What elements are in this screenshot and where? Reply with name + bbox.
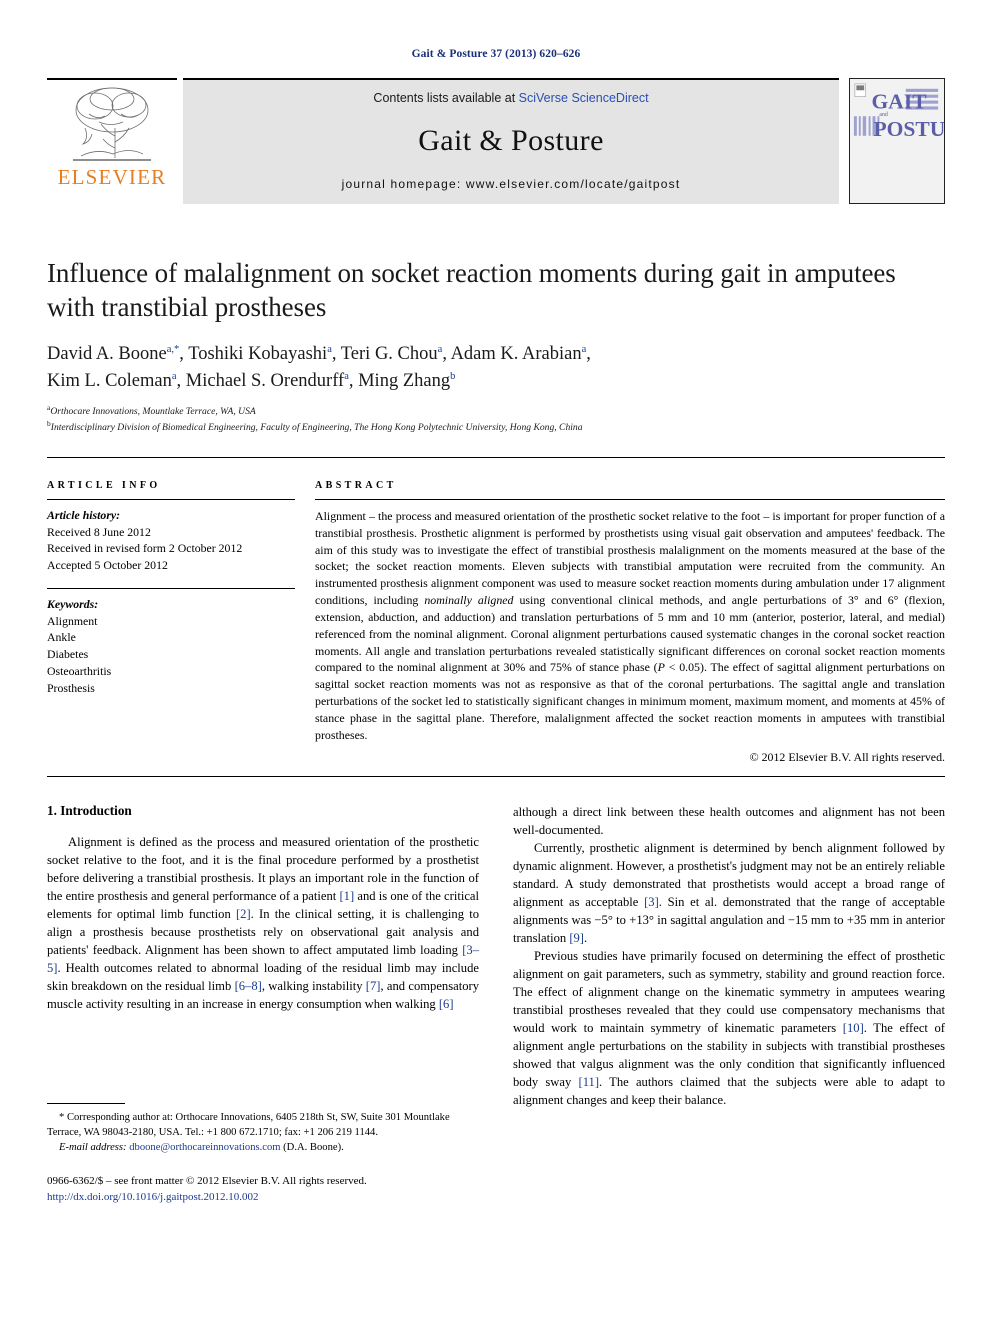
citation-ref[interactable]: [10] <box>843 1021 864 1035</box>
corresponding-author-footnote: * Corresponding author at: Orthocare Inn… <box>47 1110 479 1141</box>
intro-paragraph-left: Alignment is defined as the process and … <box>47 833 479 1013</box>
elsevier-wordmark: ELSEVIER <box>57 165 167 189</box>
article-title: Influence of malalignment on socket reac… <box>47 258 896 323</box>
section-divider-top <box>47 456 945 458</box>
svg-text:GAIT: GAIT <box>872 89 928 113</box>
email-link[interactable]: dboone@orthocareinnovations.com <box>129 1142 280 1153</box>
svg-text:POSTURE: POSTURE <box>874 117 945 141</box>
author-name: Adam K. Arabian <box>450 344 582 365</box>
footnote-area: * Corresponding author at: Orthocare Inn… <box>47 1102 479 1206</box>
intro-text: , walking instability <box>261 978 366 993</box>
intro-paragraph-right-1: although a direct link between these hea… <box>513 804 945 837</box>
abstract-italic-p: P <box>657 660 665 675</box>
intro-paragraph-right-3: Previous studies have primarily focused … <box>513 947 945 1109</box>
article-history-block: Article history: Received 8 June 2012 Re… <box>47 507 295 574</box>
keyword-item: Osteoarthritis <box>47 663 112 678</box>
abstract-copyright: © 2012 Elsevier B.V. All rights reserved… <box>749 749 945 764</box>
corresponding-text: Corresponding author at: Orthocare Innov… <box>47 1111 450 1139</box>
citation-ref[interactable]: [6–8] <box>235 979 262 993</box>
sciencedirect-link[interactable]: SciVerse ScienceDirect <box>519 91 649 105</box>
author-affil-mark: a <box>437 343 443 355</box>
keywords-heading: Keywords: <box>47 596 99 611</box>
author-name: Teri G. Chou <box>340 344 438 365</box>
abstract-body: Alignment – the process and measured ori… <box>315 508 945 744</box>
affiliation-list: aOrthocare Innovations, Mountlake Terrac… <box>47 403 945 435</box>
running-head: Gait & Posture 37 (2013) 620–626 <box>411 48 581 60</box>
citation-ref[interactable]: [11] <box>579 1075 600 1089</box>
journal-cover-thumbnail: GAIT and POSTURE <box>849 78 945 204</box>
citation-ref[interactable]: [1] <box>339 889 354 903</box>
article-info-rule <box>47 498 295 500</box>
journal-article-page: Gait & Posture 37 (2013) 620–626 ELSEVIE… <box>0 0 992 1323</box>
contents-prefix: Contents lists available at <box>373 91 519 105</box>
author-affil-mark: a,* <box>166 343 180 355</box>
author-affil-mark: b <box>450 370 456 382</box>
intro-text: . <box>584 930 588 945</box>
journal-masthead: ELSEVIER Contents lists available at Sci… <box>47 78 945 204</box>
history-item: Accepted 5 October 2012 <box>47 558 168 573</box>
keyword-item: Alignment <box>47 613 98 628</box>
citation-ref[interactable]: [6] <box>439 997 454 1011</box>
citation-ref[interactable]: [2] <box>236 907 251 921</box>
affiliation-text: Interdisciplinary Division of Biomedical… <box>50 421 583 433</box>
keywords-block: Keywords: Alignment Ankle Diabetes Osteo… <box>47 596 295 697</box>
keyword-item: Diabetes <box>47 647 89 662</box>
section-divider-bottom <box>47 775 945 777</box>
doi-link[interactable]: http://dx.doi.org/10.1016/j.gaitpost.201… <box>47 1189 479 1206</box>
keywords-divider <box>47 587 295 589</box>
history-item: Received 8 June 2012 <box>47 524 151 539</box>
citation-ref[interactable]: [7] <box>366 979 381 993</box>
article-history-heading: Article history: <box>47 507 121 522</box>
keyword-item: Ankle <box>47 630 76 645</box>
author-affil-mark: a <box>327 343 332 355</box>
author-name: Toshiki Kobayashi <box>188 344 328 365</box>
author-list: David A. Boonea,*, Toshiki Kobayashia, T… <box>47 343 591 391</box>
citation-ref[interactable]: [3] <box>644 895 659 909</box>
elsevier-logo: ELSEVIER <box>47 78 177 204</box>
author-name: Ming Zhang <box>358 370 451 391</box>
abstract-column: ABSTRACT Alignment – the process and mea… <box>315 480 945 765</box>
masthead-banner: Contents lists available at SciVerse Sci… <box>183 78 839 204</box>
author-affil-mark: a <box>171 370 177 382</box>
imprint-block: 0966-6362/$ – see front matter © 2012 El… <box>47 1173 479 1206</box>
keyword-item: Prosthesis <box>47 680 95 695</box>
history-item: Received in revised form 2 October 2012 <box>47 541 243 556</box>
author-name: David A. Boone <box>47 344 167 365</box>
body-column-right: although a direct link between these hea… <box>513 803 945 1109</box>
article-info-column: ARTICLE INFO Article history: Received 8… <box>47 480 315 765</box>
affiliation-text: Orthocare Innovations, Mountlake Terrace… <box>50 405 256 417</box>
affiliation-item: aOrthocare Innovations, Mountlake Terrac… <box>47 403 945 419</box>
contents-available-line: Contents lists available at SciVerse Sci… <box>373 91 648 105</box>
email-label: E-mail address: <box>59 1142 127 1154</box>
intro-paragraph-right-2: Currently, prosthetic alignment is deter… <box>513 839 945 947</box>
cover-artwork: GAIT and POSTURE <box>850 79 945 203</box>
abstract-label: ABSTRACT <box>315 479 397 491</box>
author-name: Michael S. Orendurff <box>185 370 345 391</box>
article-info-label: ARTICLE INFO <box>47 479 161 491</box>
footnote-rule <box>47 1102 125 1104</box>
author-affil-mark: a <box>581 343 587 355</box>
abstract-italic-nominally-aligned: nominally aligned <box>424 593 514 608</box>
introduction-heading: 1. Introduction <box>47 802 132 818</box>
info-abstract-region: ARTICLE INFO Article history: Received 8… <box>47 480 945 765</box>
elsevier-tree-icon <box>73 87 151 161</box>
journal-title: Gait & Posture <box>418 124 604 157</box>
author-affil-mark: a <box>344 370 349 382</box>
abstract-rule <box>315 498 945 500</box>
issn-line: 0966-6362/$ – see front matter © 2012 El… <box>47 1174 367 1187</box>
body-column-left: 1. Introduction Alignment is defined as … <box>47 802 479 1203</box>
author-name: Kim L. Coleman <box>47 370 172 391</box>
body-columns: 1. Introduction Alignment is defined as … <box>47 802 945 1203</box>
citation-ref[interactable]: [9] <box>569 931 584 945</box>
email-footnote: E-mail address: dboone@orthocareinnovati… <box>47 1140 479 1155</box>
email-suffix: (D.A. Boone). <box>280 1142 344 1154</box>
affiliation-item: bInterdisciplinary Division of Biomedica… <box>47 419 945 435</box>
journal-homepage-link[interactable]: journal homepage: www.elsevier.com/locat… <box>342 177 681 191</box>
